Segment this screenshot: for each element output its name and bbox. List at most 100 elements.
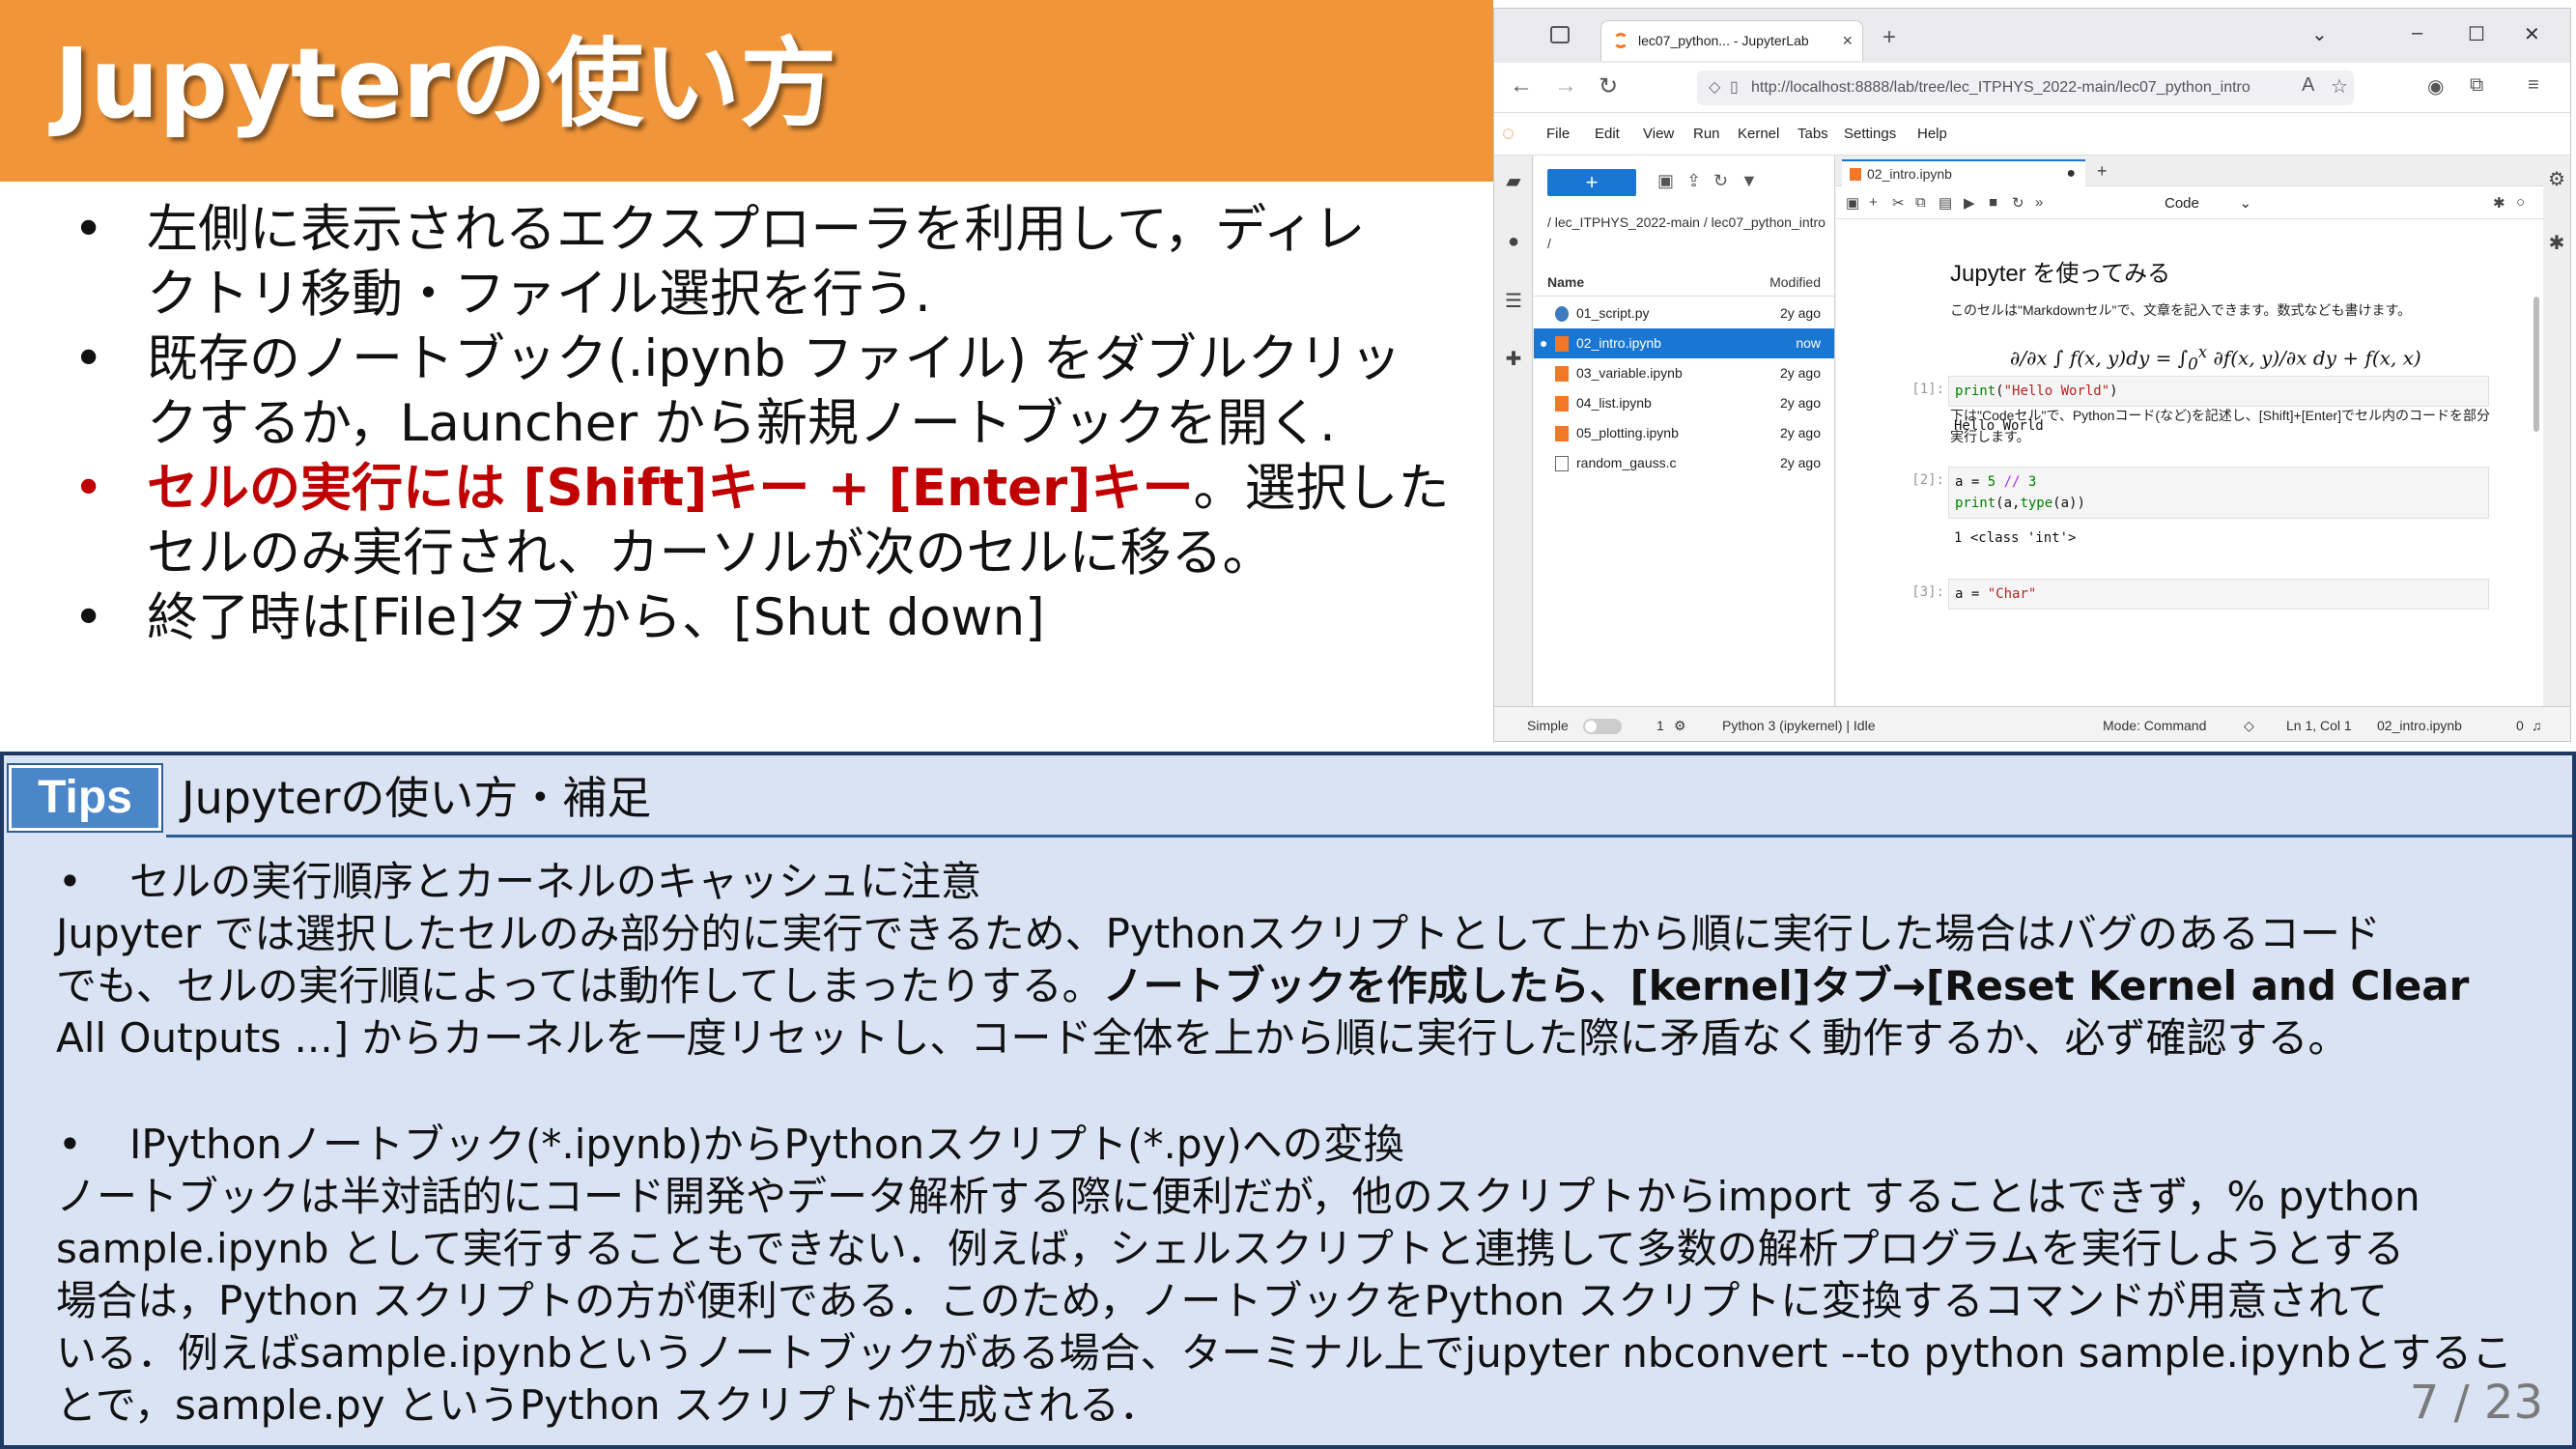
upload-icon[interactable]: ⇪ bbox=[1686, 171, 1701, 191]
notification-count: 0 bbox=[2516, 718, 2524, 733]
simple-mode-toggle[interactable] bbox=[1583, 719, 1622, 734]
bullet-dot: • bbox=[58, 1121, 82, 1168]
file-row[interactable]: 01_script.py 2y ago bbox=[1534, 298, 1834, 328]
notebook-icon bbox=[1555, 426, 1569, 441]
forward-icon[interactable]: → bbox=[1554, 72, 1577, 99]
filter-icon[interactable]: ▼ bbox=[1741, 171, 1758, 191]
file-row-selected[interactable]: ● 02_intro.ipynb now bbox=[1534, 328, 1834, 358]
toc-icon[interactable]: ☰ bbox=[1503, 291, 1524, 312]
notebook-toolbar: ▣ + ✂ ⧉ ▤ ▶ ■ ↻ » Code ⌄ ✱ ○ bbox=[1836, 186, 2543, 219]
chevron-down-icon[interactable]: ⌄ bbox=[2311, 22, 2328, 46]
notebook-panel: 02_intro.ipynb ● + ▣ + ✂ ⧉ ▤ ▶ ■ ↻ » Cod… bbox=[1836, 156, 2543, 706]
menu-file[interactable]: File bbox=[1546, 126, 1570, 142]
tips-text: 場合は，Python スクリプトの方が便利である．このため，ノートブックをPyt… bbox=[56, 1277, 2389, 1324]
file-row[interactable]: 04_list.ipynb 2y ago bbox=[1534, 388, 1834, 418]
running-icon[interactable]: ● bbox=[1503, 231, 1524, 252]
jupyter-logo-icon: ◌ bbox=[1502, 121, 1515, 145]
bullet-text: クトリ移動・ファイル選択を行う. bbox=[147, 265, 931, 324]
debugger-icon[interactable]: ✱ bbox=[2546, 233, 2567, 254]
tab-overview-icon[interactable] bbox=[1550, 26, 1570, 43]
star-icon[interactable]: ☆ bbox=[2331, 74, 2348, 99]
cut-icon[interactable]: ✂ bbox=[1892, 194, 1905, 212]
menu-tabs[interactable]: Tabs bbox=[1798, 126, 1828, 142]
cell-output: 1 <class 'int'> bbox=[1954, 530, 2077, 546]
jupyterlab-screenshot: lec07_python... - JupyterLab × + ⌄ – ☐ ✕… bbox=[1493, 8, 2571, 742]
menu-kernel[interactable]: Kernel bbox=[1738, 126, 1779, 142]
account-icon[interactable]: ◉ bbox=[2427, 74, 2444, 99]
bug-icon[interactable]: ✱ bbox=[2493, 194, 2505, 212]
copy-icon[interactable]: ⧉ bbox=[1915, 194, 1926, 211]
stop-icon[interactable]: ■ bbox=[1989, 194, 1997, 211]
plus-icon[interactable]: + bbox=[2097, 161, 2108, 182]
menu-run[interactable]: Run bbox=[1693, 126, 1720, 142]
extension-icon[interactable]: ✚ bbox=[1503, 349, 1524, 370]
url-input[interactable]: ◇ ▯ http://localhost:8888/lab/tree/lec_I… bbox=[1697, 71, 2354, 105]
bullet-dot: • bbox=[73, 588, 104, 647]
new-launcher-button[interactable]: + bbox=[1547, 169, 1636, 196]
column-modified[interactable]: Modified bbox=[1769, 268, 1821, 297]
status-filename: 02_intro.ipynb bbox=[2377, 718, 2462, 733]
unsaved-dot-icon[interactable]: ● bbox=[2066, 161, 2076, 186]
code-cell[interactable]: print("Hello World") bbox=[1948, 376, 2489, 407]
paste-icon[interactable]: ▤ bbox=[1939, 194, 1952, 212]
back-icon[interactable]: ← bbox=[1510, 72, 1533, 99]
left-sidebar: ▰ ● ☰ ✚ bbox=[1494, 156, 1533, 706]
gear-icon[interactable]: ⚙ bbox=[1674, 718, 1686, 734]
bullet-text: セルのみ実行され、カーソルが次のセルに移る。 bbox=[147, 524, 1274, 582]
cell-prompt: [2]: bbox=[1911, 472, 1944, 488]
save-icon[interactable]: ▣ bbox=[1846, 194, 1859, 212]
folder-icon[interactable]: ▰ bbox=[1503, 171, 1524, 192]
bullet-dot: • bbox=[73, 329, 104, 388]
insert-cell-icon[interactable]: + bbox=[1869, 194, 1878, 211]
close-window-icon[interactable]: ✕ bbox=[2524, 22, 2540, 46]
menu-view[interactable]: View bbox=[1643, 126, 1674, 142]
run-icon[interactable]: ▶ bbox=[1964, 194, 1975, 212]
refresh-icon[interactable]: ↻ bbox=[1713, 171, 1728, 191]
code-cell[interactable]: a = 5 // 3 print(a,type(a)) bbox=[1948, 467, 2489, 519]
code-cell[interactable]: a = "Char" bbox=[1948, 579, 2489, 610]
minimize-icon[interactable]: – bbox=[2412, 22, 2422, 44]
shield-icon: ◇ bbox=[2244, 718, 2254, 733]
tips-title: Jupyterの使い方・補足 bbox=[182, 772, 652, 824]
browser-tab[interactable]: lec07_python... - JupyterLab × bbox=[1600, 20, 1863, 61]
cursor-position[interactable]: Ln 1, Col 1 bbox=[2286, 718, 2352, 733]
tips-heading: • セルの実行順序とカーネルのキャッシュに注意 bbox=[56, 856, 2529, 908]
notebook-tab[interactable]: 02_intro.ipynb ● bbox=[1842, 159, 2085, 186]
tips-text: ノートブックは半対話的にコード開発やデータ解析する際に便利だが，他のスクリプトか… bbox=[56, 1173, 2420, 1220]
breadcrumb[interactable]: / lec_ITPHYS_2022-main / lec07_python_in… bbox=[1547, 212, 1827, 254]
simple-mode-label: Simple bbox=[1527, 718, 1569, 733]
menu-edit[interactable]: Edit bbox=[1595, 126, 1620, 142]
cell-type-select[interactable]: Code ⌄ bbox=[2165, 194, 2251, 212]
plus-icon[interactable]: + bbox=[1882, 24, 1896, 51]
property-inspector-icon[interactable]: ⚙ bbox=[2546, 169, 2567, 190]
kernel-status[interactable]: Python 3 (ipykernel) | Idle bbox=[1722, 718, 1876, 733]
bullet-text: 。選択した bbox=[1193, 459, 1450, 518]
menu-settings[interactable]: Settings bbox=[1844, 126, 1896, 142]
new-folder-icon[interactable]: ▣ bbox=[1657, 171, 1674, 191]
mode-status: Mode: Command bbox=[2103, 718, 2207, 733]
jupyter-menubar: ◌ File Edit View Run Kernel Tabs Setting… bbox=[1494, 113, 2570, 156]
column-name[interactable]: Name bbox=[1547, 268, 1584, 297]
formula-image: ∂/∂x ∫ f(x, y)dy = ∫0x ∂f(x, y)/∂x dy + … bbox=[2010, 343, 2421, 374]
scrollbar[interactable] bbox=[2534, 297, 2539, 432]
menu-icon[interactable]: ≡ bbox=[2528, 74, 2539, 97]
extensions-icon[interactable]: ⧉ bbox=[2470, 74, 2483, 97]
bell-icon[interactable]: ♫ bbox=[2532, 718, 2542, 733]
file-row[interactable]: random_gauss.c 2y ago bbox=[1534, 448, 1834, 478]
cell-output: Hello World bbox=[1954, 418, 2044, 434]
terminal-count: 1 bbox=[1656, 718, 1664, 733]
bullet-text: クするか，Launcher から新規ノートブックを開く. bbox=[147, 394, 1336, 453]
translate-icon[interactable]: A bbox=[2302, 74, 2314, 97]
bullet-item: • 終了時は[File]タブから、[Shut down] bbox=[68, 585, 1458, 650]
file-row[interactable]: 05_plotting.ipynb 2y ago bbox=[1534, 418, 1834, 448]
menu-help[interactable]: Help bbox=[1917, 126, 1947, 142]
address-bar: ← → ↻ ◇ ▯ http://localhost:8888/lab/tree… bbox=[1494, 63, 2570, 113]
notebook-icon bbox=[1555, 336, 1569, 352]
reload-icon[interactable]: ↻ bbox=[1599, 72, 1618, 100]
close-icon[interactable]: × bbox=[1842, 21, 1853, 60]
file-row[interactable]: 03_variable.ipynb 2y ago bbox=[1534, 358, 1834, 388]
maximize-icon[interactable]: ☐ bbox=[2468, 22, 2485, 46]
fast-forward-icon[interactable]: » bbox=[2035, 194, 2043, 211]
restart-icon[interactable]: ↻ bbox=[2012, 194, 2024, 212]
notebook-content: Jupyter を使ってみる このセルは"Markdownセル"で、文章を記入で… bbox=[1836, 219, 2543, 706]
